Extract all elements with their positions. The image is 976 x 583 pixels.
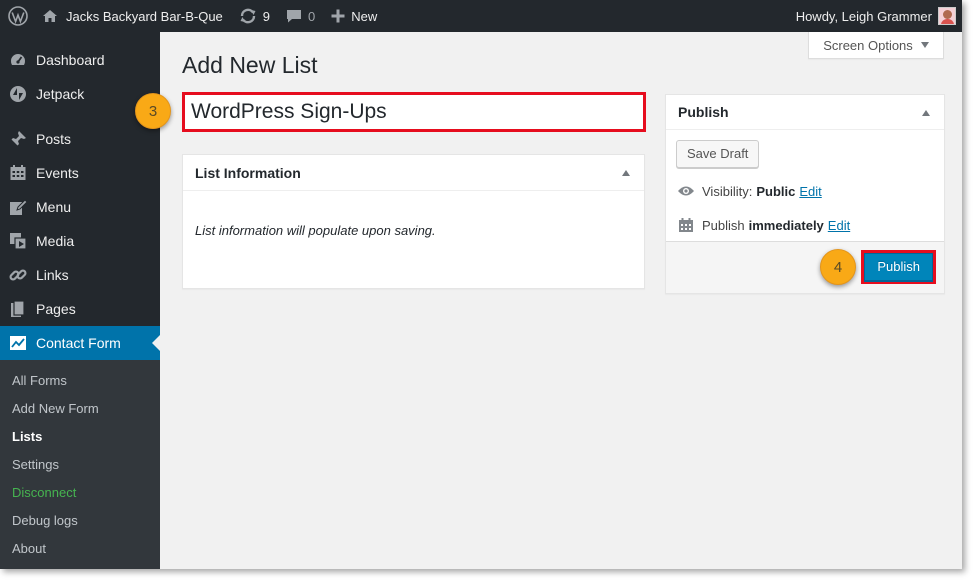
- collapse-arrow-icon[interactable]: [622, 170, 630, 176]
- page-title: Add New List: [182, 52, 318, 78]
- link-icon: [8, 265, 28, 285]
- publish-button-highlight: Publish: [861, 250, 936, 284]
- publish-box: Publish Save Draft Visibility: Public Ed…: [665, 94, 945, 294]
- submenu-all-forms[interactable]: All Forms: [0, 367, 160, 395]
- list-information-header[interactable]: List Information: [183, 155, 644, 191]
- list-information-box: List Information List information will p…: [182, 154, 645, 289]
- screen-options-label: Screen Options: [823, 37, 913, 53]
- admin-bar: Jacks Backyard Bar-B-Que 9 0 New Howdy, …: [0, 0, 962, 32]
- screen-options-button[interactable]: Screen Options: [808, 32, 944, 59]
- site-name-link[interactable]: Jacks Backyard Bar-B-Que: [36, 0, 231, 32]
- media-icon: [8, 231, 28, 251]
- wordpress-logo-icon: [8, 6, 28, 26]
- submenu-debug-logs[interactable]: Debug logs: [0, 507, 160, 535]
- visibility-label: Visibility:: [702, 183, 753, 199]
- comments-link[interactable]: 0: [278, 0, 323, 32]
- submenu-add-new-form[interactable]: Add New Form: [0, 395, 160, 423]
- calendar-icon: [8, 163, 28, 183]
- list-information-title: List Information: [195, 164, 301, 181]
- sidebar-item-posts[interactable]: Posts: [0, 122, 160, 156]
- sidebar-item-label: Links: [36, 267, 69, 283]
- edit-icon: [8, 197, 28, 217]
- submenu-lists[interactable]: Lists: [0, 423, 160, 451]
- updates-icon: [240, 8, 256, 24]
- publish-time-label: Publish: [702, 217, 745, 233]
- new-label: New: [351, 8, 378, 24]
- sidebar-item-label: Dashboard: [36, 52, 105, 68]
- wp-admin-window: Jacks Backyard Bar-B-Que 9 0 New Howdy, …: [0, 0, 962, 569]
- caret-down-icon: [920, 42, 929, 48]
- avatar: [938, 7, 956, 25]
- sidebar-item-label: Menu: [36, 199, 72, 215]
- contact-form-submenu: All Forms Add New Form Lists Settings Di…: [0, 360, 160, 569]
- site-name: Jacks Backyard Bar-B-Que: [66, 8, 223, 24]
- wordpress-logo-button[interactable]: [0, 0, 36, 32]
- visibility-value: Public: [756, 183, 796, 199]
- save-draft-button[interactable]: Save Draft: [676, 140, 760, 168]
- list-title-input[interactable]: [182, 92, 646, 132]
- submenu-settings[interactable]: Settings: [0, 451, 160, 479]
- step-4-badge: 4: [820, 249, 856, 285]
- sidebar-item-events[interactable]: Events: [0, 156, 160, 190]
- pages-icon: [8, 299, 28, 319]
- publishing-actions: Publish: [666, 241, 944, 293]
- howdy-greeting: Howdy, Leigh Grammer: [795, 8, 932, 24]
- visibility-row: Visibility: Public Edit: [676, 182, 822, 200]
- dashboard-icon: [8, 50, 28, 70]
- comments-count: 0: [308, 8, 316, 24]
- new-content-link[interactable]: New: [323, 0, 385, 32]
- collapse-arrow-icon[interactable]: [922, 110, 930, 116]
- sidebar-item-links[interactable]: Links: [0, 258, 160, 292]
- step-3-badge: 3: [135, 93, 171, 129]
- sidebar-item-contact-form[interactable]: Contact Form: [0, 326, 160, 360]
- publish-header[interactable]: Publish: [666, 95, 944, 130]
- updates-count: 9: [262, 8, 271, 24]
- sidebar-item-dashboard[interactable]: Dashboard: [0, 43, 160, 77]
- publish-time-value: immediately: [748, 217, 824, 233]
- publish-box-title: Publish: [678, 104, 729, 120]
- sidebar-item-label: Events: [36, 165, 79, 181]
- sidebar-item-pages[interactable]: Pages: [0, 292, 160, 326]
- edit-visibility-link[interactable]: Edit: [799, 184, 821, 199]
- calendar-icon: [676, 216, 696, 234]
- contact-form-icon: [8, 333, 28, 353]
- updates-link[interactable]: 9: [231, 0, 278, 32]
- publish-button[interactable]: Publish: [864, 253, 933, 281]
- sidebar-item-menu[interactable]: Menu: [0, 190, 160, 224]
- publish-time-row: Publish immediately Edit: [676, 216, 850, 234]
- sidebar-item-label: Contact Form: [36, 335, 121, 351]
- pin-icon: [8, 129, 28, 149]
- jetpack-icon: [8, 84, 28, 104]
- submenu-disconnect[interactable]: Disconnect: [0, 479, 160, 507]
- submenu-about[interactable]: About: [0, 535, 160, 563]
- sidebar-item-label: Media: [36, 233, 75, 249]
- publish-box-body: Save Draft Visibility: Public Edit Publi…: [666, 130, 944, 242]
- comment-icon: [287, 10, 302, 23]
- sidebar-item-label: Posts: [36, 131, 72, 147]
- eye-icon: [676, 182, 696, 200]
- plus-icon: [331, 9, 345, 23]
- sidebar-item-label: Jetpack: [36, 86, 85, 102]
- edit-publish-time-link[interactable]: Edit: [828, 218, 850, 233]
- list-information-text: List information will populate upon savi…: [195, 223, 436, 238]
- sidebar-item-label: Pages: [36, 301, 76, 317]
- my-account-link[interactable]: Howdy, Leigh Grammer: [788, 0, 962, 32]
- home-icon: [43, 10, 57, 22]
- sidebar-item-media[interactable]: Media: [0, 224, 160, 258]
